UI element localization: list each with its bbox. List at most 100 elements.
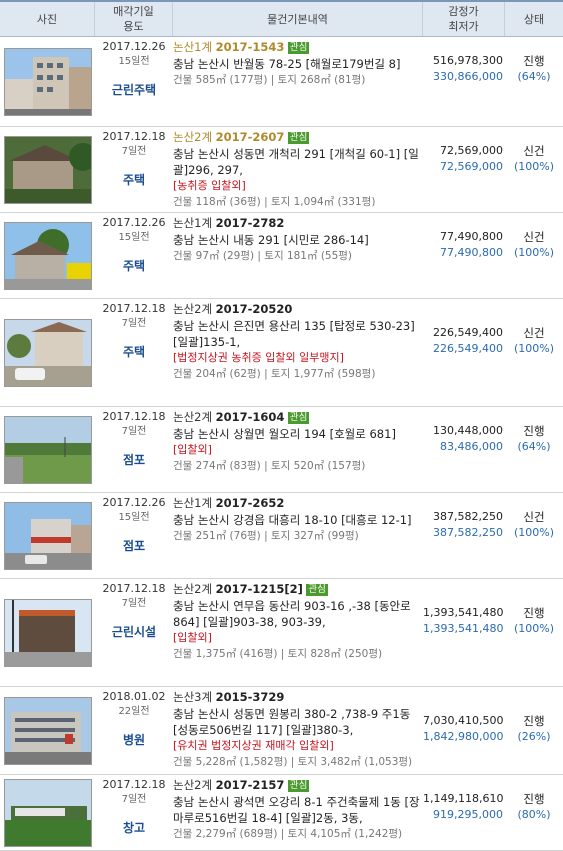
photo-cell bbox=[0, 687, 95, 774]
interest-badge[interactable]: 관심 bbox=[287, 42, 310, 54]
table-row[interactable]: 2017.12.18 7일전 주택 논산2계 2017-20520 충남 논산시 은진… bbox=[0, 299, 563, 407]
minimum-percent: (26%) bbox=[517, 730, 551, 743]
usage-type: 주택 bbox=[122, 173, 146, 187]
property-address: 충남 논산시 성동면 원봉리 380-2 ,738-9 주1동 [성동로506번… bbox=[173, 707, 411, 737]
details-cell: 논산1계 2017-1543 관심 충남 논산시 반월동 78-25 [해월로17… bbox=[173, 37, 423, 126]
area-summary: 건물 118㎡ (36평) | 토지 1,094㎡ (331평) bbox=[173, 196, 376, 208]
photo-cell bbox=[0, 579, 95, 686]
table-row[interactable]: 2017.12.18 7일전 점포 논산2계 2017-1604 관심 충남 논산시 상… bbox=[0, 407, 563, 493]
court-division: 논산2계 bbox=[173, 778, 213, 792]
appraisal-price: 516,978,300 bbox=[433, 54, 503, 67]
minimum-price: 919,295,000 bbox=[433, 808, 503, 821]
usage-type: 점포 bbox=[122, 539, 146, 553]
interest-badge[interactable]: 관심 bbox=[287, 412, 310, 424]
minimum-price: 83,486,000 bbox=[440, 440, 503, 453]
minimum-percent: (64%) bbox=[517, 70, 551, 83]
sale-date: 2017.12.18 bbox=[102, 302, 166, 315]
property-address: 충남 논산시 상월면 월오리 194 [호월로 681] bbox=[173, 427, 396, 441]
case-number-link[interactable]: 2017-2782 bbox=[216, 216, 285, 230]
date-usage-cell: 2017.12.26 15일전 점포 bbox=[95, 493, 173, 578]
photo-cell bbox=[0, 493, 95, 578]
status-cell: 진행 (80%) bbox=[505, 775, 563, 850]
details-cell: 논산1계 2017-2782 충남 논산시 내동 291 [시민로 286-14… bbox=[173, 213, 423, 298]
auction-list: 사진 매각기일 용도 물건기본내역 감정가 최저가 상태 2017.12.26 1… bbox=[0, 0, 563, 851]
area-summary: 건물 274㎡ (83평) | 토지 520㎡ (157평) bbox=[173, 460, 366, 472]
area-summary: 건물 5,228㎡ (1,582평) | 토지 3,482㎡ (1,053평) bbox=[173, 756, 413, 768]
sale-date: 2017.12.26 bbox=[102, 216, 166, 229]
interest-badge[interactable]: 관심 bbox=[287, 780, 310, 792]
price-cell: 72,569,000 72,569,000 bbox=[423, 127, 505, 212]
table-row[interactable]: 2017.12.26 15일전 근린주택 논산1계 2017-1543 관심 충남 논산… bbox=[0, 37, 563, 127]
status-label: 진행 bbox=[523, 54, 545, 68]
property-thumbnail[interactable] bbox=[3, 778, 92, 847]
minimum-price: 330,866,000 bbox=[433, 70, 503, 83]
property-thumbnail[interactable] bbox=[3, 415, 92, 484]
table-header: 사진 매각기일 용도 물건기본내역 감정가 최저가 상태 bbox=[0, 0, 563, 37]
price-cell: 77,490,800 77,490,800 bbox=[423, 213, 505, 298]
days-left: 15일전 bbox=[118, 512, 150, 523]
property-thumbnail[interactable] bbox=[3, 501, 92, 570]
header-date-usage: 매각기일 용도 bbox=[95, 2, 173, 36]
minimum-percent: (100%) bbox=[513, 246, 555, 259]
table-row[interactable]: 2017.12.18 7일전 근린시설 논산2계 2017-1215[2] 관심 충남 … bbox=[0, 579, 563, 687]
property-thumbnail[interactable] bbox=[3, 318, 92, 387]
minimum-percent: (100%) bbox=[513, 342, 555, 355]
photo-cell bbox=[0, 407, 95, 492]
price-cell: 516,978,300 330,866,000 bbox=[423, 37, 505, 126]
special-conditions: [법정지상권 농취증 입찰외 일부맹지] bbox=[173, 351, 344, 364]
interest-badge[interactable]: 관심 bbox=[287, 132, 310, 144]
property-thumbnail[interactable] bbox=[3, 696, 92, 765]
photo-cell bbox=[0, 127, 95, 212]
appraisal-price: 1,393,541,480 bbox=[423, 606, 504, 619]
court-division: 논산2계 bbox=[173, 130, 213, 144]
special-conditions: [입찰외] bbox=[173, 443, 212, 456]
usage-type: 주택 bbox=[122, 345, 146, 359]
property-thumbnail[interactable] bbox=[3, 221, 92, 290]
table-row[interactable]: 2017.12.26 15일전주택 논산1계 2017-2782 충남 논산시 내동… bbox=[0, 213, 563, 299]
case-number-link[interactable]: 2017-2157 bbox=[216, 778, 285, 792]
header-photo: 사진 bbox=[0, 2, 95, 36]
property-thumbnail[interactable] bbox=[3, 47, 92, 116]
table-row[interactable]: 2017.12.18 7일전 주택 논산2계 2017-2607 관심 충남 논산시 성… bbox=[0, 127, 563, 213]
details-cell: 논산2계 2017-1215[2] 관심 충남 논산시 연무읍 동산리 903-1… bbox=[173, 579, 423, 686]
minimum-percent: (100%) bbox=[513, 160, 555, 173]
usage-type: 주택 bbox=[122, 259, 146, 273]
court-division: 논산1계 bbox=[173, 216, 213, 230]
usage-type: 점포 bbox=[122, 453, 146, 467]
table-row[interactable]: 2017.12.26 15일전 점포 논산1계 2017-2652 충남 논산시 강경… bbox=[0, 493, 563, 579]
property-thumbnail[interactable] bbox=[3, 135, 92, 204]
appraisal-price: 130,448,000 bbox=[433, 424, 503, 437]
case-number-link[interactable]: 2017-1604 bbox=[216, 410, 285, 424]
case-number-link[interactable]: 2017-20520 bbox=[216, 302, 293, 316]
case-number-link[interactable]: 2015-3729 bbox=[216, 690, 285, 704]
interest-badge[interactable]: 관심 bbox=[306, 584, 328, 596]
court-division: 논산1계 bbox=[173, 40, 213, 54]
minimum-price: 1,842,980,000 bbox=[423, 730, 504, 743]
details-cell: 논산2계 2017-2157 관심 충남 논산시 광석면 오강리 8-1 주건축물… bbox=[173, 775, 423, 850]
table-row[interactable]: 2017.12.18 7일전 창고 논산2계 2017-2157 관심 충남 논산시 광… bbox=[0, 775, 563, 851]
case-number-link[interactable]: 2017-2607 bbox=[216, 130, 285, 144]
minimum-percent: (80%) bbox=[517, 808, 551, 821]
property-address: 충남 논산시 강경읍 대흥리 18-10 [대흥로 12-1] bbox=[173, 513, 412, 527]
status-cell: 진행 (64%) bbox=[505, 37, 563, 126]
days-left: 15일전 bbox=[118, 232, 150, 243]
area-summary: 건물 251㎡ (76평) | 토지 327㎡ (99평) bbox=[173, 530, 359, 542]
status-cell: 신건 (100%) bbox=[505, 213, 563, 298]
minimum-percent: (100%) bbox=[513, 622, 555, 635]
status-label: 신건 bbox=[523, 144, 545, 158]
property-thumbnail[interactable] bbox=[3, 598, 92, 667]
table-row[interactable]: 2018.01.02 22일전 병원 논산3계 2015-3729 충남 논산시 성동… bbox=[0, 687, 563, 775]
status-cell: 신건 (100%) bbox=[505, 127, 563, 212]
minimum-percent: (64%) bbox=[517, 440, 551, 453]
case-number-link[interactable]: 2017-1215[2] bbox=[216, 582, 303, 596]
status-label: 진행 bbox=[523, 792, 545, 806]
price-cell: 387,582,250 387,582,250 bbox=[423, 493, 505, 578]
days-left: 22일전 bbox=[118, 706, 150, 717]
date-usage-cell: 2017.12.18 7일전 근린시설 bbox=[95, 579, 173, 686]
status-cell: 진행 (64%) bbox=[505, 407, 563, 492]
days-left: 7일전 bbox=[121, 598, 147, 609]
case-number-link[interactable]: 2017-1543 bbox=[216, 40, 285, 54]
date-usage-cell: 2017.12.18 7일전 점포 bbox=[95, 407, 173, 492]
case-number-link[interactable]: 2017-2652 bbox=[216, 496, 285, 510]
usage-type: 근린주택 bbox=[111, 83, 157, 97]
